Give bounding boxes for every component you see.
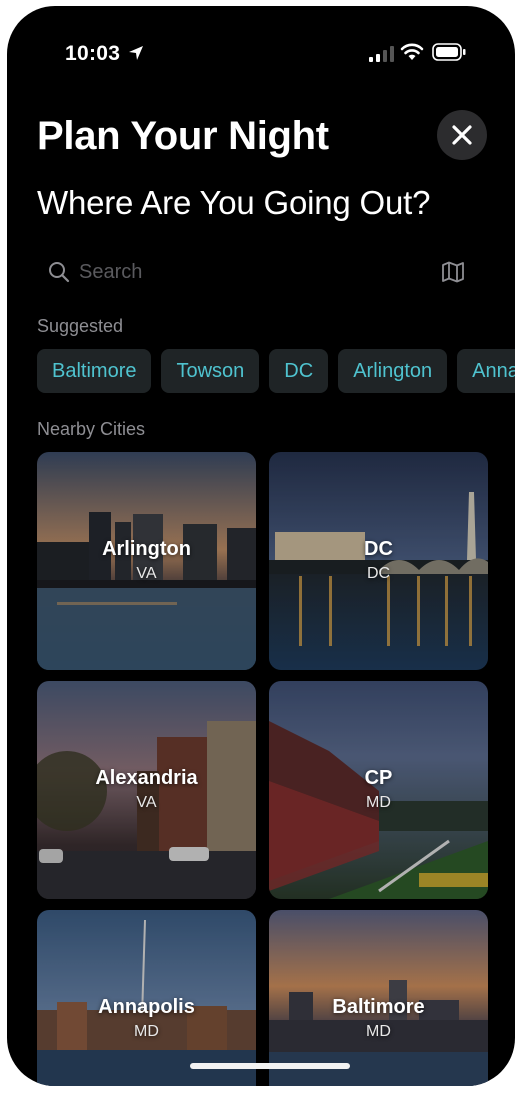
page-title: Plan Your Night: [37, 114, 329, 158]
chip-annapolis[interactable]: Annapolis: [457, 349, 515, 393]
home-indicator[interactable]: [190, 1063, 350, 1069]
location-arrow-icon: [129, 46, 143, 60]
app-screen: 10:03 Plan Your Night Where Are You Goin…: [7, 6, 515, 1086]
search-input[interactable]: [79, 258, 379, 286]
city-state: VA: [136, 565, 157, 582]
city-state: MD: [366, 794, 391, 811]
suggested-label: Suggested: [37, 316, 124, 336]
city-name: CP: [364, 767, 393, 789]
city-state: VA: [136, 794, 157, 811]
city-card-dc[interactable]: DC DC: [269, 452, 488, 670]
city-card-cp[interactable]: CP MD: [269, 681, 488, 899]
status-time: 10:03: [65, 42, 121, 65]
chip-arlington[interactable]: Arlington: [338, 349, 448, 393]
city-card-arlington[interactable]: Arlington VA: [37, 452, 256, 670]
page-subtitle: Where Are You Going Out?: [37, 184, 431, 221]
chip-towson[interactable]: Towson: [161, 349, 260, 393]
city-name: Alexandria: [95, 767, 198, 789]
chip-baltimore[interactable]: Baltimore: [37, 349, 152, 393]
close-button[interactable]: [437, 110, 487, 160]
chip-dc[interactable]: DC: [269, 349, 329, 393]
search-icon: [49, 262, 70, 283]
close-icon: [452, 125, 472, 145]
city-state: MD: [366, 1023, 391, 1040]
map-icon[interactable]: [441, 261, 465, 283]
city-name: DC: [364, 538, 393, 560]
search-bar[interactable]: [37, 252, 475, 292]
city-card-alexandria[interactable]: Alexandria VA: [37, 681, 256, 899]
cellular-signal-icon: [369, 46, 394, 62]
city-card-baltimore[interactable]: Baltimore MD: [269, 910, 488, 1086]
city-name: Baltimore: [332, 996, 425, 1018]
battery-icon: [432, 43, 466, 61]
city-state: DC: [366, 565, 391, 582]
city-name: Arlington: [102, 538, 191, 560]
city-card-annapolis[interactable]: Annapolis MD: [37, 910, 256, 1086]
nearby-cities-label: Nearby Cities: [37, 419, 146, 439]
wifi-icon: [400, 43, 424, 60]
city-name: Annapolis: [98, 996, 195, 1018]
suggested-chips: BaltimoreTowsonDCArlingtonAnnapolis: [37, 349, 515, 393]
city-state: MD: [134, 1023, 159, 1040]
